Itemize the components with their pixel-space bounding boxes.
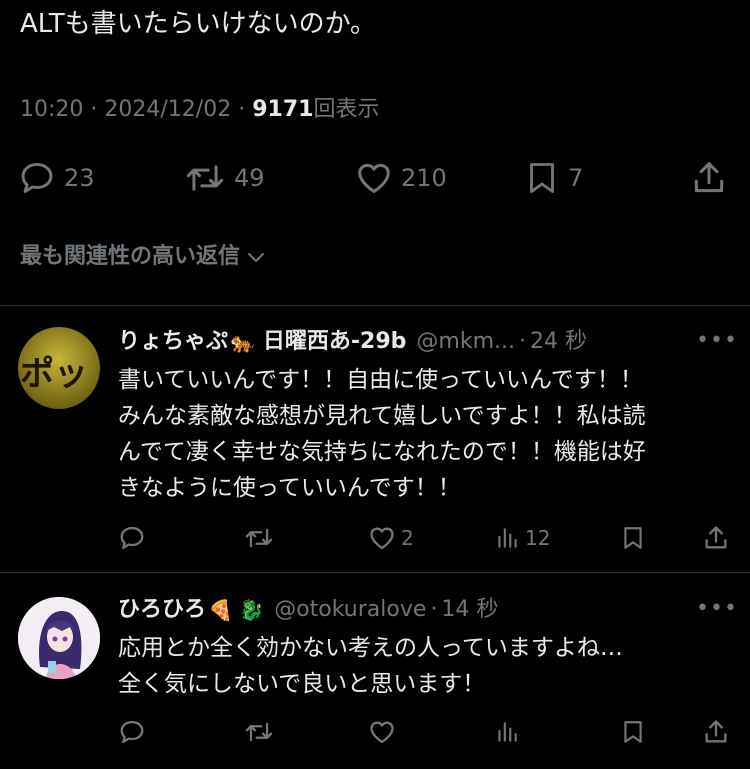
- like-button[interactable]: [368, 716, 396, 748]
- user-name[interactable]: りょちゃぷ: [118, 326, 228, 358]
- reply-time[interactable]: 14 秒: [441, 594, 498, 626]
- user-name[interactable]: ひろひろ: [118, 594, 206, 626]
- reply-count: 23: [64, 164, 95, 192]
- heart-icon: [370, 721, 394, 744]
- separator: ·: [430, 597, 438, 622]
- bookmark-button[interactable]: [620, 716, 646, 748]
- bookmark-icon: [530, 163, 554, 193]
- avatar-text: ポッ: [20, 354, 88, 394]
- retweet-button[interactable]: [244, 716, 274, 748]
- views-button[interactable]: [494, 716, 520, 748]
- views-button[interactable]: 12: [494, 522, 550, 554]
- reply-text: 応用とか全く効かない考えの人っていますよね… 全く気にしないで良いと思います！: [118, 635, 623, 697]
- sort-label: 最も関連性の高い返信: [20, 244, 241, 269]
- divider: [0, 572, 750, 573]
- bookmark-button[interactable]: 7: [524, 158, 583, 198]
- divider: [0, 305, 750, 306]
- views-count: 9171: [252, 97, 314, 122]
- views-count: 12: [525, 526, 551, 550]
- tweet-text: ALTも書いたらいけないのか。: [20, 9, 377, 39]
- sort-dropdown[interactable]: 最も関連性の高い返信: [20, 240, 268, 274]
- reply-time[interactable]: 24 秒: [530, 326, 587, 358]
- heart-icon: [358, 163, 390, 193]
- like-button[interactable]: 2: [368, 522, 414, 554]
- user-name-suffix[interactable]: 日曜西あ-29b: [263, 326, 407, 358]
- analytics-icon: [498, 528, 517, 548]
- pizza-dragon-emoji: 🍕 🐉: [208, 598, 265, 622]
- tweet-meta: 10:20 · 2024/12/02 · 9171回表示: [20, 94, 379, 126]
- like-button[interactable]: 210: [355, 158, 447, 198]
- meta-separator: ·: [90, 97, 105, 122]
- like-count: 2: [401, 526, 414, 550]
- chevron-down-icon: [248, 253, 265, 262]
- avatar[interactable]: ポッ: [18, 327, 100, 409]
- more-options-icon[interactable]: •••: [696, 328, 738, 353]
- retweet-button[interactable]: 49: [184, 158, 265, 198]
- share-icon: [705, 720, 727, 743]
- share-button[interactable]: [702, 522, 730, 554]
- reply-text: 書いていいんです！！自由に使っていいんです！！ みんな素敵な感想が見れて嬉しいで…: [118, 367, 646, 501]
- reply-icon: [21, 163, 53, 193]
- reply-button[interactable]: 23: [18, 158, 95, 198]
- share-icon: [694, 162, 724, 193]
- avatar[interactable]: [18, 597, 100, 679]
- analytics-icon: [498, 722, 517, 742]
- share-icon: [705, 526, 727, 549]
- share-button[interactable]: [690, 158, 728, 198]
- reply-button[interactable]: [118, 716, 146, 748]
- retweet-button[interactable]: [244, 522, 274, 554]
- reply-header: りょちゃぷ 🐅 日曜西あ-29b @mkm... · 24 秒: [118, 326, 587, 358]
- retweet-count: 49: [234, 164, 265, 192]
- views-label: 回表示: [313, 97, 380, 122]
- separator: ·: [519, 329, 527, 354]
- retweet-icon: [245, 722, 273, 742]
- bookmark-count: 7: [568, 164, 584, 192]
- user-handle[interactable]: @mkm...: [416, 326, 515, 358]
- user-handle[interactable]: @otokuralove: [274, 594, 426, 626]
- reply-icon: [120, 720, 144, 744]
- retweet-icon: [245, 528, 273, 548]
- share-button[interactable]: [702, 716, 730, 748]
- retweet-icon: [186, 165, 224, 191]
- reply-button[interactable]: [118, 522, 146, 554]
- tweet-time[interactable]: 10:20: [20, 97, 83, 122]
- heart-icon: [370, 527, 394, 550]
- meta-separator: ·: [238, 97, 253, 122]
- tiger-emoji: 🐅: [230, 330, 255, 354]
- reply-icon: [120, 526, 144, 550]
- bookmark-button[interactable]: [620, 522, 646, 554]
- reply-header: ひろひろ 🍕 🐉 @otokuralove · 14 秒: [118, 594, 498, 626]
- bookmark-icon: [624, 527, 642, 549]
- like-count: 210: [401, 164, 447, 192]
- more-options-icon[interactable]: •••: [696, 596, 738, 621]
- bookmark-icon: [624, 721, 642, 743]
- tweet-date[interactable]: 2024/12/02: [104, 97, 231, 122]
